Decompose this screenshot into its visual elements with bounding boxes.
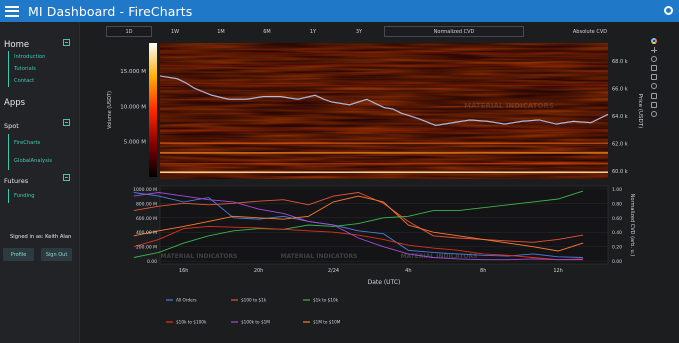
section-apps-title: Apps bbox=[4, 98, 26, 108]
sidebar: Home Introduction Tutorials Contact Apps… bbox=[0, 22, 80, 343]
futures-collapse-toggle[interactable] bbox=[63, 174, 70, 181]
heatmap-liquidity-band bbox=[160, 129, 608, 131]
sidebar-item-funding[interactable]: Funding bbox=[9, 189, 35, 203]
cvd-right-tick-label: 1.00 bbox=[612, 187, 622, 193]
date-tick-label: 4h bbox=[405, 268, 411, 274]
cvd-left-tick-label: 1000.00 M bbox=[133, 187, 157, 193]
home-collapse-toggle[interactable] bbox=[63, 39, 70, 46]
date-tick-label: 2/24 bbox=[328, 268, 339, 274]
signed-in-label: Signed in as: Keith Alan bbox=[10, 234, 72, 240]
spot-nav-group: FireCharts GlobalAnalysis bbox=[8, 134, 52, 170]
cvd-right-tick-label: 0.40 bbox=[612, 230, 622, 236]
section-spot-title[interactable]: Spot bbox=[4, 122, 19, 130]
heatmap-liquidity-band bbox=[160, 171, 608, 174]
cvd-right-tick-label: 0.00 bbox=[612, 259, 622, 265]
cvd-left-tick-label: 800.00 M bbox=[136, 201, 157, 207]
heatmap-liquidity-band bbox=[160, 52, 608, 54]
price-tick-label: 64.0 k bbox=[612, 114, 628, 120]
top-bar: MI Dashboard - FireCharts bbox=[0, 0, 679, 22]
firecharts-figure: 15.000 M 10.000 M 5.000 M Volume (USDT) MATE… bbox=[107, 43, 643, 325]
sidebar-item-introduction[interactable]: Introduction bbox=[9, 51, 45, 63]
cvd-right-tick-label: 0.60 bbox=[612, 216, 622, 222]
legend-label: All Orders bbox=[176, 298, 197, 303]
price-tick-label: 60.0 k bbox=[612, 169, 628, 175]
heatmap-liquidity-band bbox=[160, 163, 608, 165]
legend-label: $1M to $10M bbox=[313, 320, 341, 325]
heatmap-watermark: MATERIAL INDICATORS bbox=[464, 102, 554, 110]
price-tick-label: 66.0 k bbox=[612, 86, 628, 92]
sidebar-item-firecharts[interactable]: FireCharts bbox=[9, 134, 52, 152]
cvd-watermark: MATERIAL INDICATORS bbox=[281, 253, 358, 260]
date-tick-label: 12h bbox=[553, 268, 563, 274]
cvd-right-tick-label: 0.80 bbox=[612, 201, 622, 207]
date-tick-label: 8h bbox=[480, 268, 486, 274]
cvd-left-tick-label: 200.00 M bbox=[136, 245, 157, 251]
date-axis-title: Date (UTC) bbox=[368, 279, 401, 286]
cvd-left-tick-label: 600.00 M bbox=[136, 216, 157, 222]
cvd-watermark: MATERIAL INDICATORS bbox=[161, 253, 238, 260]
legend-label: $10k to $100k bbox=[176, 320, 207, 325]
volume-colorbar bbox=[149, 43, 157, 177]
main-panel: 1D 1W 1M 6M 1Y 3Y Normalized CVD Absolut… bbox=[81, 22, 679, 343]
colorbar-tick-label: 10.000 M bbox=[120, 104, 146, 110]
colorbar-tick-label: 5.000 M bbox=[124, 140, 146, 146]
sign-out-button[interactable]: Sign Out bbox=[41, 248, 72, 261]
cvd-left-tick-label: 400.00 M bbox=[136, 230, 157, 236]
hamburger-menu-icon[interactable] bbox=[5, 5, 19, 17]
colorbar-axis-title: Volume (USDT) bbox=[107, 91, 113, 129]
price-tick-label: 68.0 k bbox=[612, 59, 628, 65]
sidebar-item-tutorials[interactable]: Tutorials bbox=[9, 63, 45, 75]
date-tick-label: 16h bbox=[179, 268, 189, 274]
heatmap-liquidity-band bbox=[160, 84, 608, 86]
heatmap-liquidity-band bbox=[160, 142, 608, 144]
legend-label: $1k to $10k bbox=[313, 298, 339, 303]
cvd-left-tick-label: 0.00 bbox=[147, 259, 157, 265]
heatmap-liquidity-band bbox=[160, 152, 608, 154]
price-tick-label: 62.0 k bbox=[612, 141, 628, 147]
spot-collapse-toggle[interactable] bbox=[63, 119, 70, 126]
sidebar-item-globalanalysis[interactable]: GlobalAnalysis bbox=[9, 152, 52, 170]
cvd-right-tick-label: 0.20 bbox=[612, 245, 622, 251]
legend-label: $100 to $1k bbox=[241, 298, 267, 303]
page-title: MI Dashboard - FireCharts bbox=[28, 3, 193, 19]
sidebar-item-contact[interactable]: Contact bbox=[9, 75, 45, 87]
colorbar-tick-label: 15.000 M bbox=[120, 69, 146, 75]
heatmap-liquidity-band bbox=[160, 64, 608, 66]
price-axis-title: Price (USDT) bbox=[637, 94, 643, 129]
home-nav-group: Introduction Tutorials Contact bbox=[8, 51, 45, 87]
cvd-axis-title: Normalized CVD (arb. u.) bbox=[629, 194, 635, 256]
futures-nav-group: Funding bbox=[8, 189, 35, 203]
settings-gear-icon[interactable] bbox=[664, 6, 673, 15]
date-tick-label: 20h bbox=[254, 268, 264, 274]
legend-label: $100k to $1M bbox=[241, 320, 270, 325]
section-futures-title[interactable]: Futures bbox=[4, 177, 28, 185]
profile-button[interactable]: Profile bbox=[3, 248, 34, 261]
heatmap-texture bbox=[160, 43, 608, 179]
section-home-title[interactable]: Home bbox=[4, 40, 29, 50]
